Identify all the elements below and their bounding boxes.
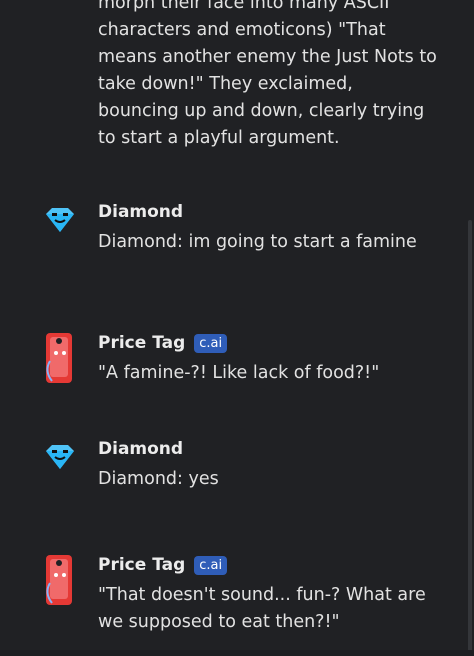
- avatar[interactable]: [40, 437, 80, 493]
- avatar[interactable]: [40, 331, 80, 387]
- message-text: "A famine-?! Like lack of food?!": [98, 363, 380, 383]
- cai-badge: c.ai: [194, 555, 228, 575]
- bottom-edge: [0, 650, 474, 656]
- message-text: "That doesn't sound... fun-? What are we…: [98, 585, 432, 632]
- chat-thread: morph their face into many ASCII charact…: [0, 0, 474, 656]
- diamond-icon: [46, 208, 74, 232]
- message-text: morph their face into many ASCII charact…: [98, 0, 443, 148]
- message-text: Diamond: im going to start a famine: [98, 232, 417, 252]
- avatar[interactable]: [40, 553, 80, 609]
- avatar[interactable]: [40, 200, 80, 256]
- message-text: Diamond: yes: [98, 469, 219, 489]
- scrollbar[interactable]: [468, 220, 472, 656]
- diamond-icon: [46, 445, 74, 469]
- price-tag-icon: [46, 555, 72, 605]
- sender-name[interactable]: Diamond: [98, 439, 183, 459]
- cai-badge: c.ai: [194, 333, 228, 353]
- sender-name[interactable]: Price Tag: [98, 333, 185, 353]
- sender-name[interactable]: Diamond: [98, 202, 183, 222]
- sender-name[interactable]: Price Tag: [98, 555, 185, 575]
- price-tag-icon: [46, 333, 72, 383]
